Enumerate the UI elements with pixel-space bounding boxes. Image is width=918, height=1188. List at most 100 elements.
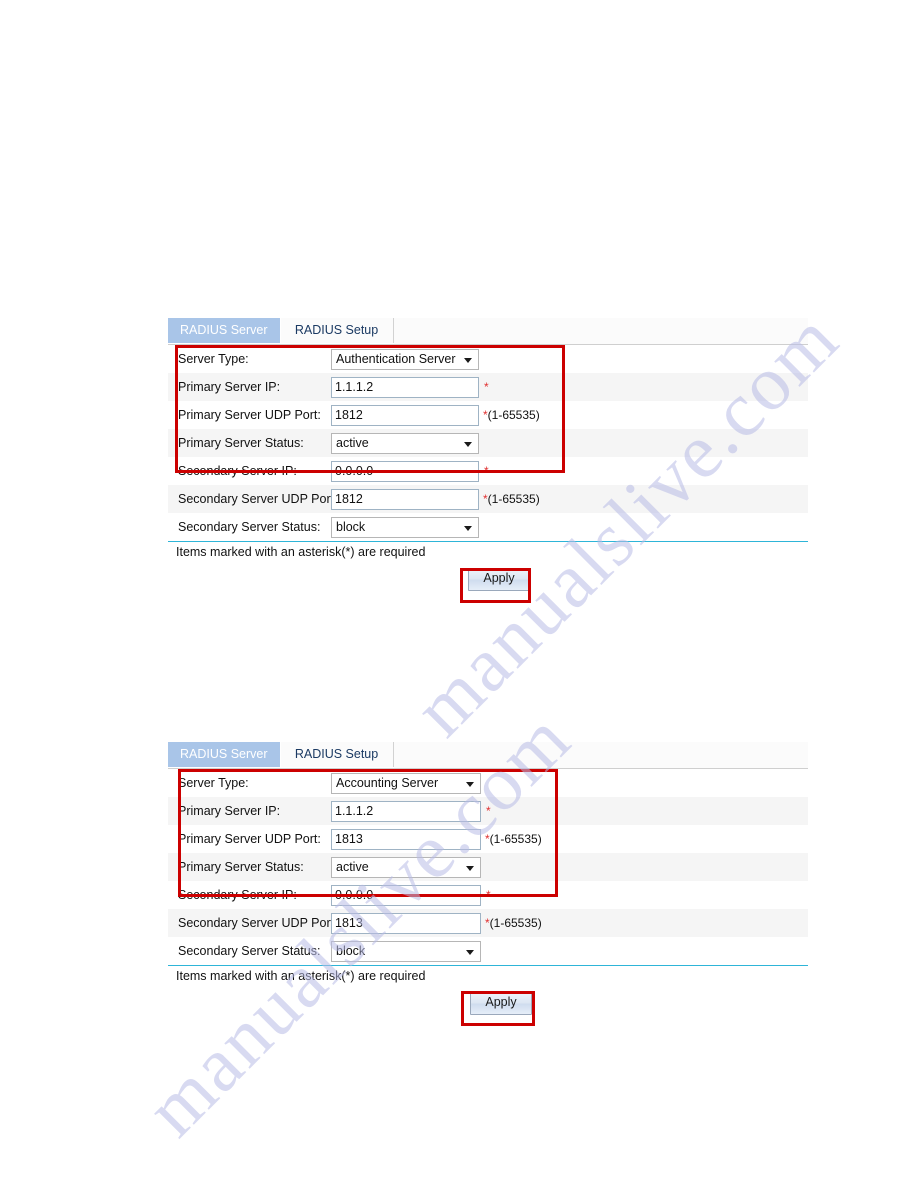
form-row-primary-server-udp-port: Primary Server UDP Port: *(1-65535) [168, 401, 808, 429]
tabbar-filler [393, 742, 808, 768]
row-label: Primary Server Status: [178, 860, 304, 874]
form-row-primary-server-udp-port: Primary Server UDP Port: *(1-65535) [168, 825, 808, 853]
form-row-secondary-server-status: Secondary Server Status: block [168, 937, 808, 965]
secondary-server-ip-input[interactable] [331, 884, 481, 906]
row-field: * [331, 884, 491, 906]
required-fields-note: Items marked with an asterisk(*) are req… [176, 969, 426, 983]
radius-form: Server Type: Authentication Server Prima… [168, 345, 808, 599]
tab-radius-server[interactable]: RADIUS Server [168, 318, 281, 343]
primary-server-udp-port-input[interactable] [331, 828, 481, 850]
apply-button[interactable]: Apply [470, 992, 532, 1015]
apply-button[interactable]: Apply [468, 568, 530, 591]
form-row-server-type: Server Type: Accounting Server [168, 769, 808, 797]
primary-server-status-dropdown[interactable]: active [331, 856, 481, 878]
form-row-secondary-server-ip: Secondary Server IP: * [168, 881, 808, 909]
secondary-server-status-dropdown[interactable]: block [331, 940, 481, 962]
chevron-down-icon [466, 781, 474, 787]
port-range-text: (1-65535) [489, 832, 542, 846]
row-label: Secondary Server Status: [178, 520, 321, 534]
tab-label: RADIUS Setup [294, 747, 379, 761]
port-range-hint: *(1-65535) [485, 916, 542, 930]
required-fields-note: Items marked with an asterisk(*) are req… [176, 545, 426, 559]
form-row-primary-server-ip: Primary Server IP: * [168, 797, 808, 825]
port-range-hint: *(1-65535) [483, 492, 540, 506]
tab-radius-setup[interactable]: RADIUS Setup [280, 742, 394, 767]
row-field: * [331, 376, 489, 398]
server-type-dropdown[interactable]: Authentication Server [331, 348, 479, 370]
tabbar: RADIUS Server RADIUS Setup [168, 742, 808, 769]
row-label: Primary Server IP: [178, 804, 281, 818]
row-label: Server Type: [178, 352, 249, 366]
row-field: *(1-65535) [331, 828, 542, 850]
row-label: Primary Server UDP Port: [178, 832, 321, 846]
form-row-secondary-server-udp-port: Secondary Server UDP Port: *(1-65535) [168, 485, 808, 513]
required-asterisk: * [486, 888, 491, 902]
tab-radius-setup[interactable]: RADIUS Setup [280, 318, 394, 343]
tabbar: RADIUS Server RADIUS Setup [168, 318, 808, 345]
row-field: active [331, 856, 481, 878]
chevron-down-icon [466, 949, 474, 955]
chevron-down-icon [466, 865, 474, 871]
required-asterisk: * [484, 380, 489, 394]
tab-label: RADIUS Server [180, 323, 268, 337]
tab-label: RADIUS Setup [294, 323, 379, 337]
form-row-server-type: Server Type: Authentication Server [168, 345, 808, 373]
secondary-server-status-dropdown[interactable]: block [331, 516, 479, 538]
row-label: Primary Server Status: [178, 436, 304, 450]
form-row-primary-server-status: Primary Server Status: active [168, 853, 808, 881]
server-type-dropdown[interactable]: Accounting Server [331, 772, 481, 794]
secondary-server-ip-input[interactable] [331, 460, 479, 482]
row-field: *(1-65535) [331, 912, 542, 934]
chevron-down-icon [464, 441, 472, 447]
form-row-secondary-server-udp-port: Secondary Server UDP Port: *(1-65535) [168, 909, 808, 937]
primary-server-status-dropdown[interactable]: active [331, 432, 479, 454]
primary-server-ip-input[interactable] [331, 800, 481, 822]
row-field: Accounting Server [331, 772, 481, 794]
apply-row: Apply [168, 559, 808, 599]
radius-form: Server Type: Accounting Server Primary S… [168, 769, 808, 1023]
required-asterisk: * [484, 464, 489, 478]
row-field: * [331, 800, 491, 822]
row-field: Authentication Server [331, 348, 479, 370]
tabbar-filler [393, 318, 808, 344]
form-row-secondary-server-status: Secondary Server Status: block [168, 513, 808, 541]
row-field: * [331, 460, 489, 482]
tab-label: RADIUS Server [180, 747, 268, 761]
row-label: Secondary Server UDP Port: [178, 916, 338, 930]
row-label: Primary Server IP: [178, 380, 281, 394]
radius-server-panel-accounting: RADIUS Server RADIUS Setup Server Type: … [168, 742, 808, 1023]
required-asterisk: * [486, 804, 491, 818]
secondary-server-udp-port-input[interactable] [331, 488, 479, 510]
row-field: *(1-65535) [331, 488, 540, 510]
primary-server-ip-input[interactable] [331, 376, 479, 398]
form-row-primary-server-status: Primary Server Status: active [168, 429, 808, 457]
row-label: Secondary Server Status: [178, 944, 321, 958]
dropdown-value: Authentication Server [336, 351, 456, 366]
dropdown-value: active [336, 435, 369, 450]
row-field: *(1-65535) [331, 404, 540, 426]
row-label: Primary Server UDP Port: [178, 408, 321, 422]
form-row-secondary-server-ip: Secondary Server IP: * [168, 457, 808, 485]
row-label: Secondary Server IP: [178, 888, 297, 902]
row-field: block [331, 940, 481, 962]
dropdown-value: block [336, 519, 366, 534]
row-field: active [331, 432, 479, 454]
tab-radius-server[interactable]: RADIUS Server [168, 742, 281, 767]
port-range-text: (1-65535) [487, 408, 540, 422]
dropdown-value: Accounting Server [336, 775, 439, 790]
form-row-primary-server-ip: Primary Server IP: * [168, 373, 808, 401]
port-range-text: (1-65535) [489, 916, 542, 930]
chevron-down-icon [464, 357, 472, 363]
radius-server-panel-authentication: RADIUS Server RADIUS Setup Server Type: … [168, 318, 808, 599]
dropdown-value: block [336, 943, 366, 958]
apply-row: Apply [168, 983, 808, 1023]
primary-server-udp-port-input[interactable] [331, 404, 479, 426]
row-label: Secondary Server UDP Port: [178, 492, 338, 506]
secondary-server-udp-port-input[interactable] [331, 912, 481, 934]
port-range-hint: *(1-65535) [485, 832, 542, 846]
row-field: block [331, 516, 479, 538]
port-range-text: (1-65535) [487, 492, 540, 506]
chevron-down-icon [464, 525, 472, 531]
port-range-hint: *(1-65535) [483, 408, 540, 422]
dropdown-value: active [336, 859, 369, 874]
